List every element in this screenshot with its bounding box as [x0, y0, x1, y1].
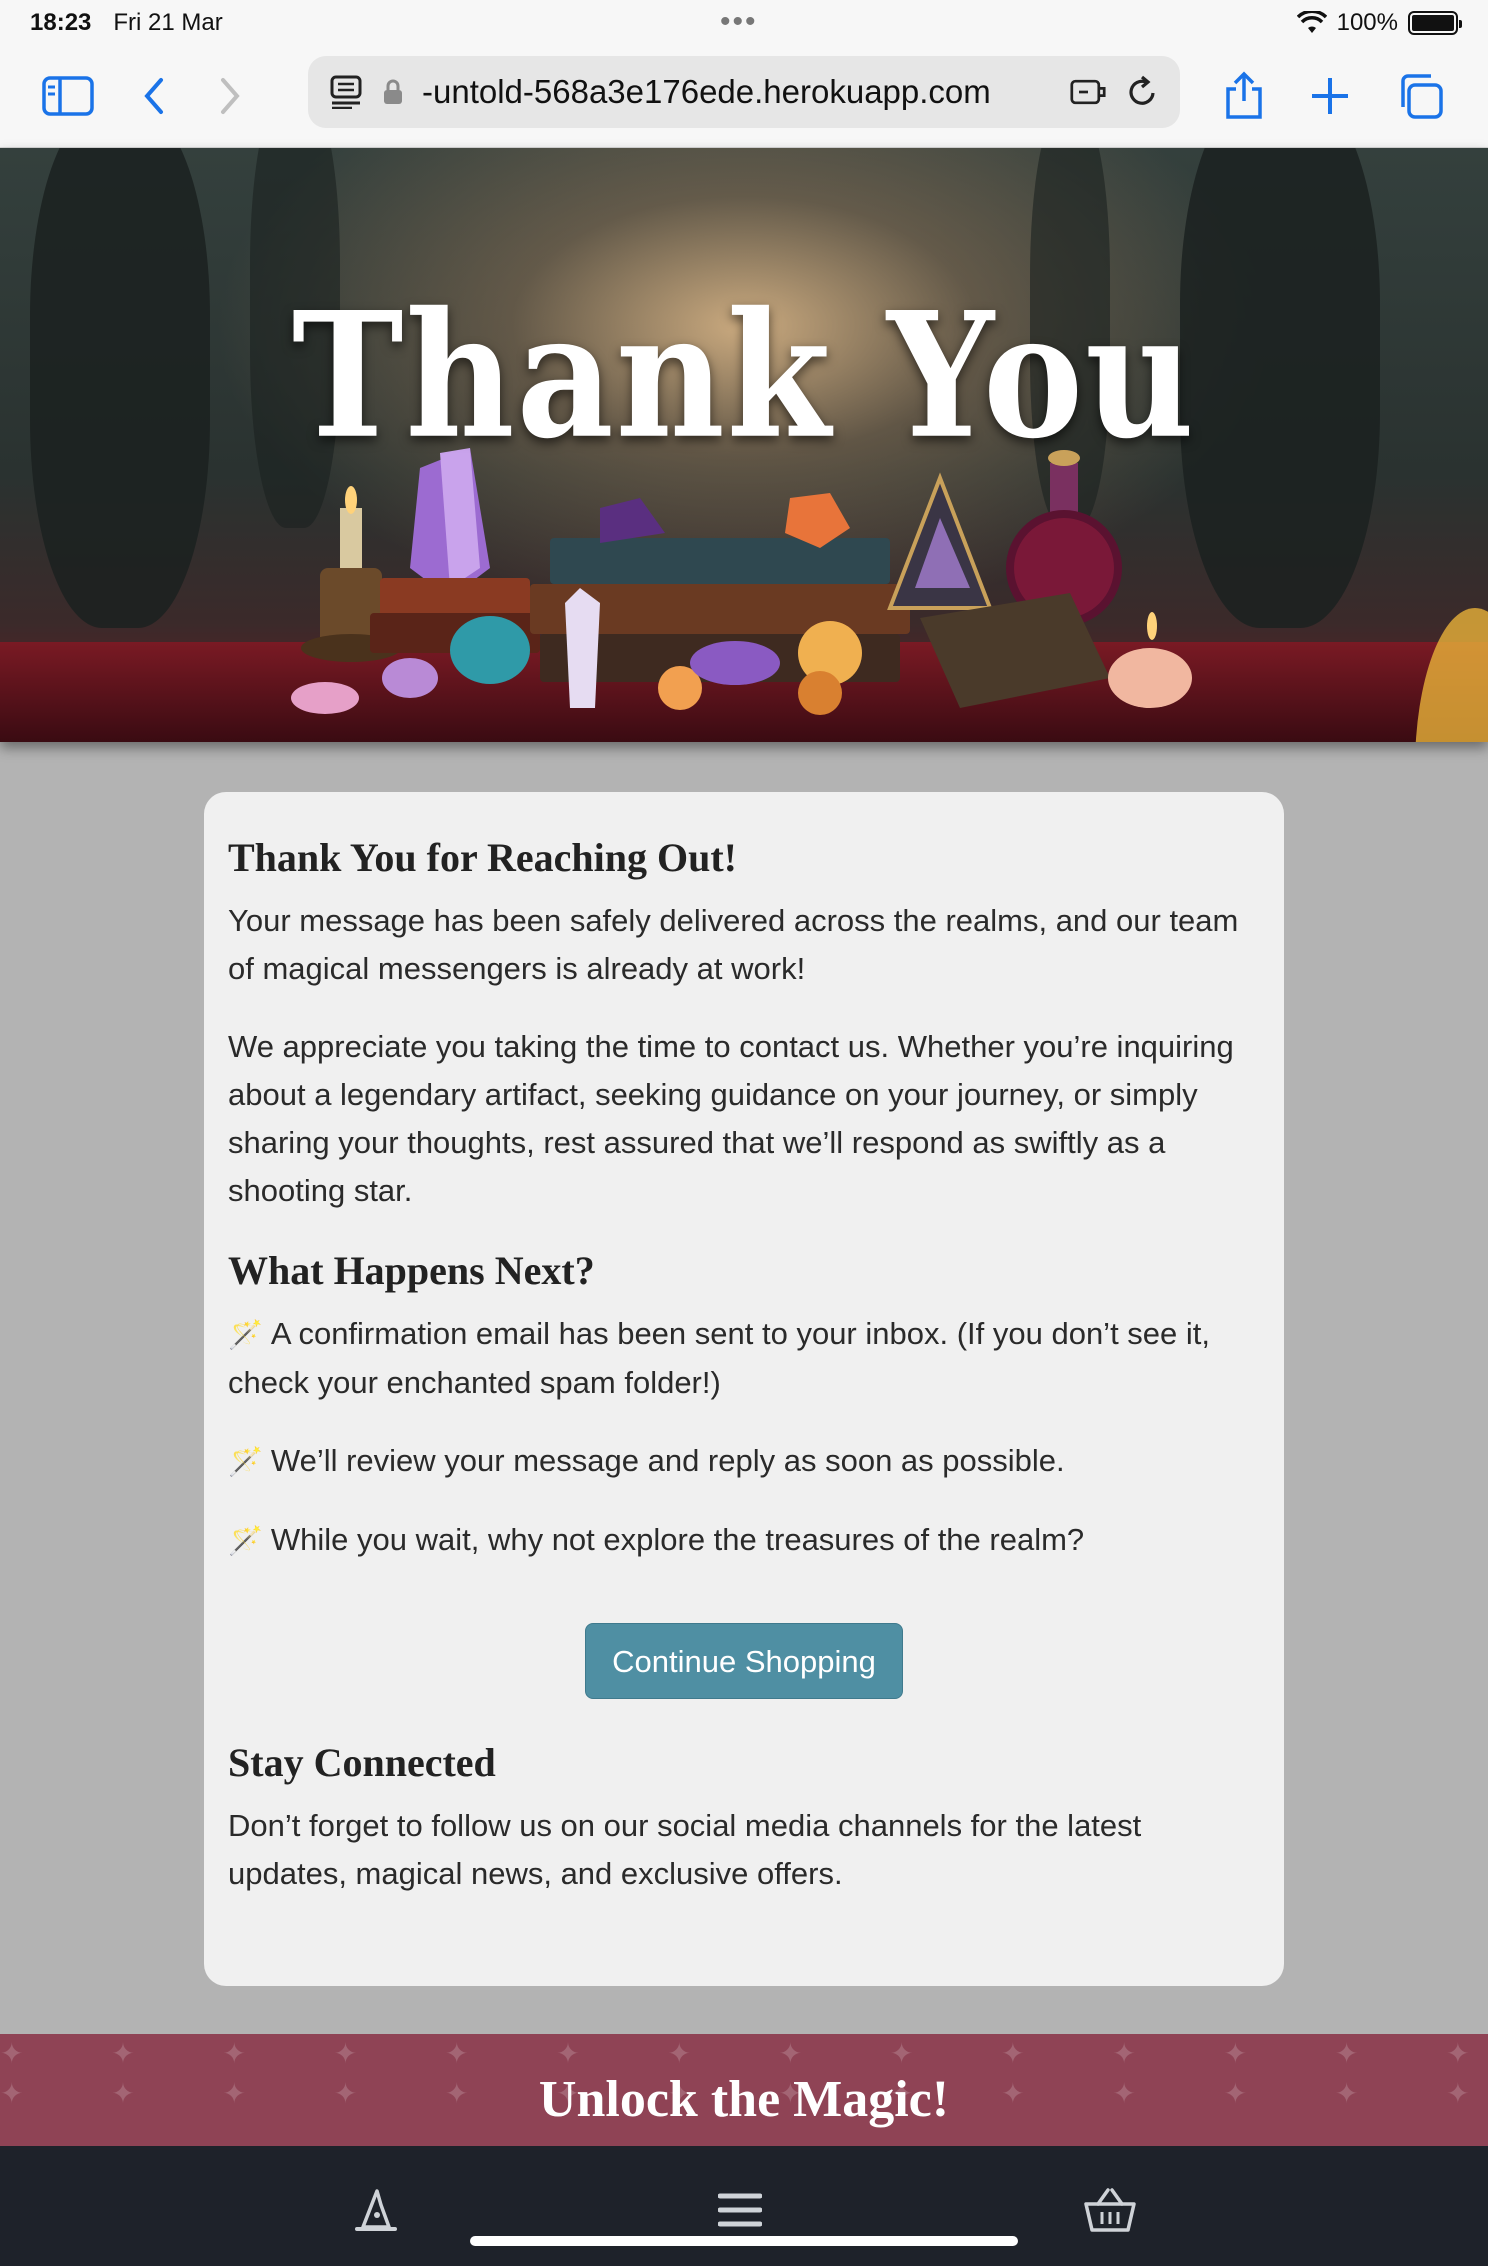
social-paragraph: Don’t forget to follow us on our social …	[228, 1808, 1142, 1891]
browser-toolbar: -untold-568a3e176ede.herokuapp.com	[0, 46, 1488, 148]
extension-icon[interactable]	[1070, 74, 1106, 110]
thank-you-card: Thank You for Reaching Out! Your message…	[204, 792, 1284, 1986]
wifi-icon	[1296, 11, 1327, 33]
forward-icon[interactable]	[202, 68, 258, 124]
share-icon[interactable]	[1216, 68, 1272, 124]
card-heading-stay-connected: Stay Connected	[228, 1740, 496, 1785]
new-tab-icon[interactable]	[1302, 68, 1358, 124]
status-date: Fri 21 Mar	[113, 9, 223, 36]
bottom-navigation	[0, 2146, 1488, 2266]
tabs-icon[interactable]	[1392, 68, 1448, 124]
step-text: We’ll review your message and reply as s…	[270, 1443, 1065, 1478]
intro-paragraph: Your message has been safely delivered a…	[228, 903, 1239, 986]
status-time: 18:23	[30, 9, 92, 36]
step-item: 🪄 We’ll review your message and reply as …	[228, 1437, 1260, 1486]
battery-icon	[1408, 11, 1462, 35]
basket-icon[interactable]	[1082, 2182, 1138, 2238]
card-heading-next-steps: What Happens Next?	[228, 1248, 595, 1293]
appreciation-paragraph: We appreciate you taking the time to con…	[228, 1029, 1234, 1208]
hero-banner: Thank You	[0, 148, 1488, 742]
magic-wand-icon: 🪄	[228, 1319, 263, 1350]
unlock-magic-banner: ✦ ✦ ✦ ✦ ✦ ✦ ✦ ✦ ✦ ✦ ✦ ✦ ✦ ✦ ✦ ✦ ✦ ✦ ✦ ✦ ✦…	[0, 2034, 1488, 2146]
menu-icon[interactable]	[712, 2182, 768, 2238]
reader-icon[interactable]	[328, 74, 364, 110]
back-icon[interactable]	[126, 68, 182, 124]
lock-icon	[382, 74, 404, 110]
step-text: A confirmation email has been sent to yo…	[228, 1316, 1211, 1400]
battery-fill	[1412, 15, 1454, 31]
step-item: 🪄 While you wait, why not explore the tre…	[228, 1516, 1260, 1565]
wizard-hat-icon[interactable]	[348, 2182, 404, 2238]
home-indicator[interactable]	[470, 2236, 1018, 2246]
hero-title: Thank You	[291, 274, 1197, 478]
banner-title: Unlock the Magic!	[538, 2071, 950, 2128]
magic-wand-icon: 🪄	[228, 1446, 263, 1477]
step-text: While you wait, why not explore the trea…	[270, 1522, 1085, 1557]
status-right: 100%	[1296, 9, 1462, 37]
magic-wand-icon: 🪄	[228, 1525, 263, 1556]
address-bar[interactable]: -untold-568a3e176ede.herokuapp.com	[308, 56, 1180, 128]
card-heading-reaching-out: Thank You for Reaching Out!	[228, 835, 737, 880]
multitasking-dots-icon[interactable]: •••	[720, 7, 758, 37]
button-wrapper: Continue Shopping	[228, 1623, 1260, 1699]
status-left: 18:23 Fri 21 Mar	[30, 9, 223, 37]
status-bar: 18:23 Fri 21 Mar ••• 100%	[0, 0, 1488, 46]
battery-percent: 100%	[1336, 9, 1398, 36]
reload-icon[interactable]	[1124, 74, 1160, 110]
continue-shopping-button[interactable]: Continue Shopping	[585, 1623, 903, 1699]
step-item: 🪄 A confirmation email has been sent to y…	[228, 1310, 1260, 1407]
url-text[interactable]: -untold-568a3e176ede.herokuapp.com	[422, 73, 1052, 111]
sidebar-icon[interactable]	[40, 68, 96, 124]
